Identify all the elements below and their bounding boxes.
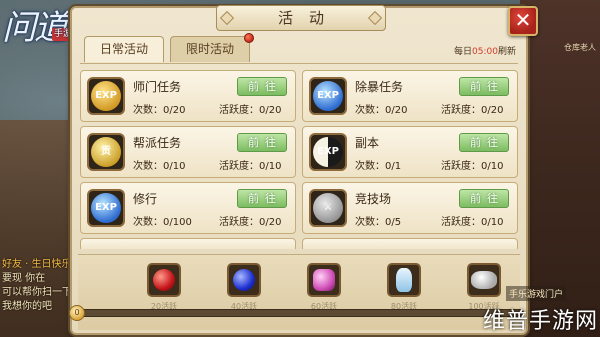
exp-blue-icon: EXP <box>87 189 125 227</box>
go-button[interactable]: 前往 <box>459 77 509 96</box>
activity-card: ⚔ 竞技场 次数：0/5 活跃度：0/10 前往 <box>302 182 518 234</box>
refresh-note: 每日05:00刷新 <box>454 44 516 57</box>
activity-card: 贡 帮派任务 次数：0/10 活跃度：0/10 前往 <box>80 126 296 178</box>
activity-points: 活跃度：0/10 <box>219 161 282 172</box>
title-ornament-icon <box>219 10 235 26</box>
activity-name: 帮派任务 <box>133 136 182 150</box>
npc-label: 仓库老人 <box>564 43 596 52</box>
tab-label: 日常活动 <box>99 42 148 56</box>
watermark-sub: 手乐游戏门户 <box>505 286 566 301</box>
activity-count: 次数：0/5 <box>355 217 402 228</box>
activity-rewards: 20活跃 40活跃 60活跃 80活跃 100活跃 <box>78 254 520 330</box>
coin-icon: 贡 <box>87 133 125 171</box>
swords-icon: ⚔ <box>309 189 347 227</box>
blue-gem-icon <box>233 269 255 291</box>
title-ornament-icon <box>367 10 383 26</box>
activity-points: 活跃度：0/20 <box>441 105 504 116</box>
close-icon: ✕ <box>514 8 532 32</box>
activity-count: 次数：0/20 <box>355 105 408 116</box>
reward-item[interactable]: 80活跃 <box>384 263 424 312</box>
activity-points: 活跃度：0/10 <box>441 217 504 228</box>
exp-blue-icon: EXP <box>309 77 347 115</box>
refresh-prefix: 每日 <box>454 47 473 57</box>
tab-label: 限时活动 <box>185 42 234 56</box>
panel-title-plate: 活动 <box>216 5 386 31</box>
notification-dot-icon <box>244 33 254 43</box>
activity-panel: 活动 ✕ 日常活动 限时活动 每日05:00刷新 EXP 师门任务 次数：0/2… <box>70 5 538 335</box>
reward-item[interactable]: 40活跃 <box>224 263 264 312</box>
activity-points: 活跃度：0/20 <box>219 217 282 228</box>
close-button[interactable]: ✕ <box>508 6 538 36</box>
tab-daily-activities[interactable]: 日常活动 <box>84 36 164 62</box>
activity-name: 竞技场 <box>355 192 392 206</box>
go-button[interactable]: 前往 <box>237 189 287 208</box>
refresh-time: 05:00 <box>472 47 498 57</box>
activity-points: 活跃度：0/10 <box>441 161 504 172</box>
go-button[interactable]: 前往 <box>237 133 287 152</box>
go-button[interactable]: 前往 <box>237 77 287 96</box>
reward-item[interactable]: 60活跃 <box>304 263 344 312</box>
activity-name: 师门任务 <box>133 80 182 94</box>
progress-value: 0 <box>69 305 85 321</box>
activity-progress-bar: 0 <box>69 305 524 321</box>
go-button[interactable]: 前往 <box>459 189 509 208</box>
chat-feed: 好友 · 生日快乐 要现 你在 可以帮你扫一下 我想你的吧 <box>2 258 80 314</box>
activity-name: 除暴任务 <box>355 80 404 94</box>
chat-line: 要现 你在 <box>2 273 46 284</box>
panel-title: 活动 <box>277 9 340 27</box>
chat-line: 可以帮你扫一下 <box>2 287 72 298</box>
go-button[interactable]: 前往 <box>459 133 509 152</box>
activity-card: EXP 副本 次数：0/1 活跃度：0/10 前往 <box>302 126 518 178</box>
reward-item[interactable]: 20活跃 <box>144 263 184 312</box>
activity-card: EXP 修行 次数：0/100 活跃度：0/20 前往 <box>80 182 296 234</box>
pink-crystal-icon <box>313 269 335 291</box>
exp-gold-icon: EXP <box>87 77 125 115</box>
activity-count: 次数：0/1 <box>355 161 402 172</box>
activity-name: 修行 <box>133 192 158 206</box>
refresh-suffix: 刷新 <box>497 47 516 57</box>
activity-card: EXP 师门任务 次数：0/20 活跃度：0/20 前往 <box>80 70 296 122</box>
tab-limited-activities[interactable]: 限时活动 <box>170 33 254 62</box>
red-gem-icon <box>153 269 175 291</box>
activity-card-partial <box>302 238 518 249</box>
activity-card-partial <box>80 238 296 249</box>
activity-list[interactable]: EXP 师门任务 次数：0/20 活跃度：0/20 前往 EXP 除暴任务 次数… <box>80 63 518 249</box>
activity-name: 副本 <box>355 136 380 150</box>
watermark: 维普手游网 <box>482 309 598 334</box>
activity-count: 次数：0/20 <box>133 105 186 116</box>
activity-card: EXP 除暴任务 次数：0/20 活跃度：0/20 前往 <box>302 70 518 122</box>
chat-line: 好友 · 生日快乐 <box>2 259 72 270</box>
vase-icon <box>396 268 412 292</box>
activity-points: 活跃度：0/20 <box>219 105 282 116</box>
game-logo: 问道 手游 <box>2 8 74 98</box>
yinyang-icon: EXP <box>309 133 347 171</box>
activity-count: 次数：0/100 <box>133 217 192 228</box>
silver-ingot-icon <box>471 271 497 289</box>
activity-count: 次数：0/10 <box>133 161 186 172</box>
